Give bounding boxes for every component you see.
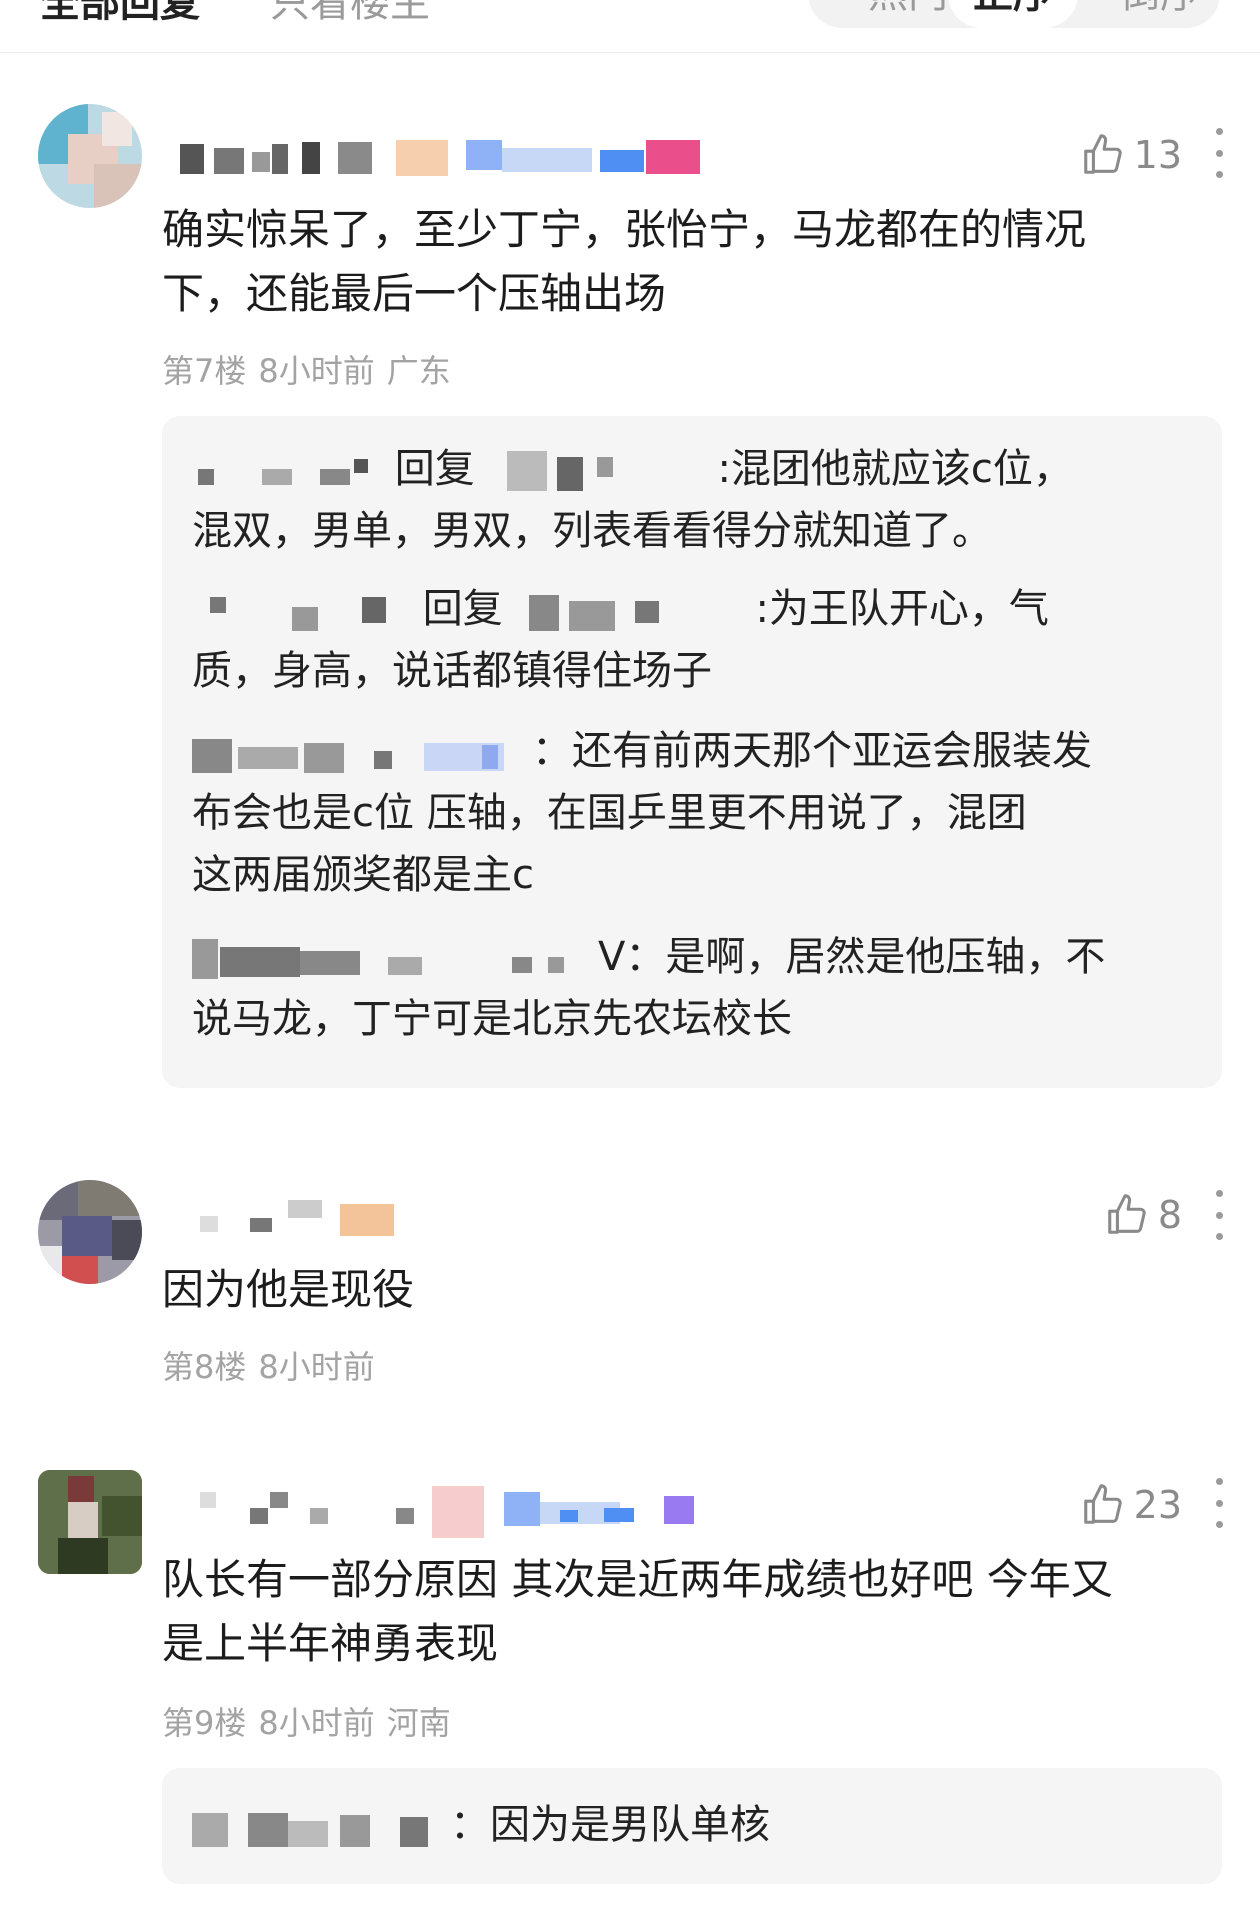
location: 河南 <box>386 1704 451 1742</box>
comment-meta: 第8楼 8小时前 <box>162 1342 387 1388</box>
reply-item[interactable]: 回复 :混团他就应该c位， 混双，男单，男双，列表看看得分就知道了。 <box>192 438 1192 562</box>
timestamp: 8小时前 <box>258 1704 375 1742</box>
reply-target-blurred[interactable] <box>515 591 755 631</box>
reply-item[interactable]: 回复 :为王队开心，气 质，身高，说话都镇得住场子 <box>192 578 1192 702</box>
reply-item[interactable]: ：因为是男队单核 <box>192 1794 1192 1856</box>
more-menu-button[interactable] <box>1204 128 1234 178</box>
username-blurred[interactable] <box>160 1486 720 1538</box>
like-count: 8 <box>1157 1193 1182 1237</box>
reply-username-blurred[interactable] <box>192 733 532 773</box>
avatar[interactable] <box>38 104 142 208</box>
avatar[interactable] <box>38 1180 142 1284</box>
reply-username-blurred[interactable] <box>192 1807 450 1847</box>
reply-username-blurred[interactable] <box>192 939 598 979</box>
floor-number: 第9楼 <box>162 1704 247 1742</box>
like-count: 23 <box>1133 1483 1182 1527</box>
reply-prefix: 回复 <box>394 446 475 492</box>
sort-hot-option[interactable]: 热门 <box>868 0 948 28</box>
more-vertical-icon <box>1215 128 1223 135</box>
like-button[interactable]: 23 <box>1080 1480 1182 1530</box>
thumb-up-icon <box>1083 1484 1122 1524</box>
more-vertical-icon <box>1215 1190 1223 1197</box>
page-title: 全部回复 <box>40 0 200 26</box>
comment-text: 因为他是现役 <box>162 1265 415 1314</box>
comment-meta: 第7楼 8小时前 广东 <box>162 346 463 392</box>
reply-username-blurred[interactable] <box>192 451 382 491</box>
more-menu-button[interactable] <box>1204 1478 1234 1528</box>
reply-list[interactable]: ：因为是男队单核 <box>162 1768 1222 1884</box>
more-vertical-icon <box>1215 1478 1223 1485</box>
reply-item[interactable]: ：还有前两天那个亚运会服装发 布会也是c位 压轴，在国乒里更不用说了，混团 这两… <box>192 720 1192 906</box>
sort-toggle: 热门 正序 倒序 <box>808 0 1220 28</box>
reply-item[interactable]: V：是啊，居然是他压轴，不 说马龙，丁宁可是北京先农坛校长 <box>192 926 1192 1050</box>
sort-asc-option[interactable]: 正序 <box>948 0 1078 28</box>
reply-list[interactable]: 回复 :混团他就应该c位， 混双，男单，男双，列表看看得分就知道了。 回复:为… <box>162 416 1222 1088</box>
username-blurred[interactable] <box>160 134 720 178</box>
thumb-up-icon <box>1108 1194 1146 1234</box>
avatar[interactable] <box>38 1470 142 1574</box>
comment-meta: 第9楼 8小时前 河南 <box>162 1698 463 1744</box>
floor-number: 第7楼 <box>162 352 247 390</box>
top-bar: 全部回复 只看楼主 热门 正序 倒序 <box>0 0 1260 53</box>
floor-number: 第8楼 <box>162 1348 247 1386</box>
reply-target-blurred[interactable] <box>487 451 717 491</box>
like-button[interactable]: 13 <box>1080 130 1182 180</box>
thumb-up-icon <box>1083 134 1122 174</box>
timestamp: 8小时前 <box>258 1348 375 1386</box>
username-blurred[interactable] <box>160 1196 720 1240</box>
reply-prefix: 回复 <box>422 586 503 632</box>
reply-username-blurred[interactable] <box>192 591 410 631</box>
comment-text: 队长有一部分原因 其次是近两年成绩也好吧 今年又 是上半年神勇表现 <box>162 1555 1113 1668</box>
location: 广东 <box>386 352 451 390</box>
timestamp: 8小时前 <box>258 352 375 390</box>
sort-desc-option[interactable]: 倒序 <box>1120 0 1200 28</box>
only-op-filter[interactable]: 只看楼主 <box>270 0 430 28</box>
comment-text: 确实惊呆了，至少丁宁，张怡宁，马龙都在的情况 下，还能最后一个压轴出场 <box>162 205 1087 318</box>
more-menu-button[interactable] <box>1204 1190 1234 1240</box>
like-count: 13 <box>1133 133 1182 177</box>
like-button[interactable]: 8 <box>1104 1190 1182 1240</box>
